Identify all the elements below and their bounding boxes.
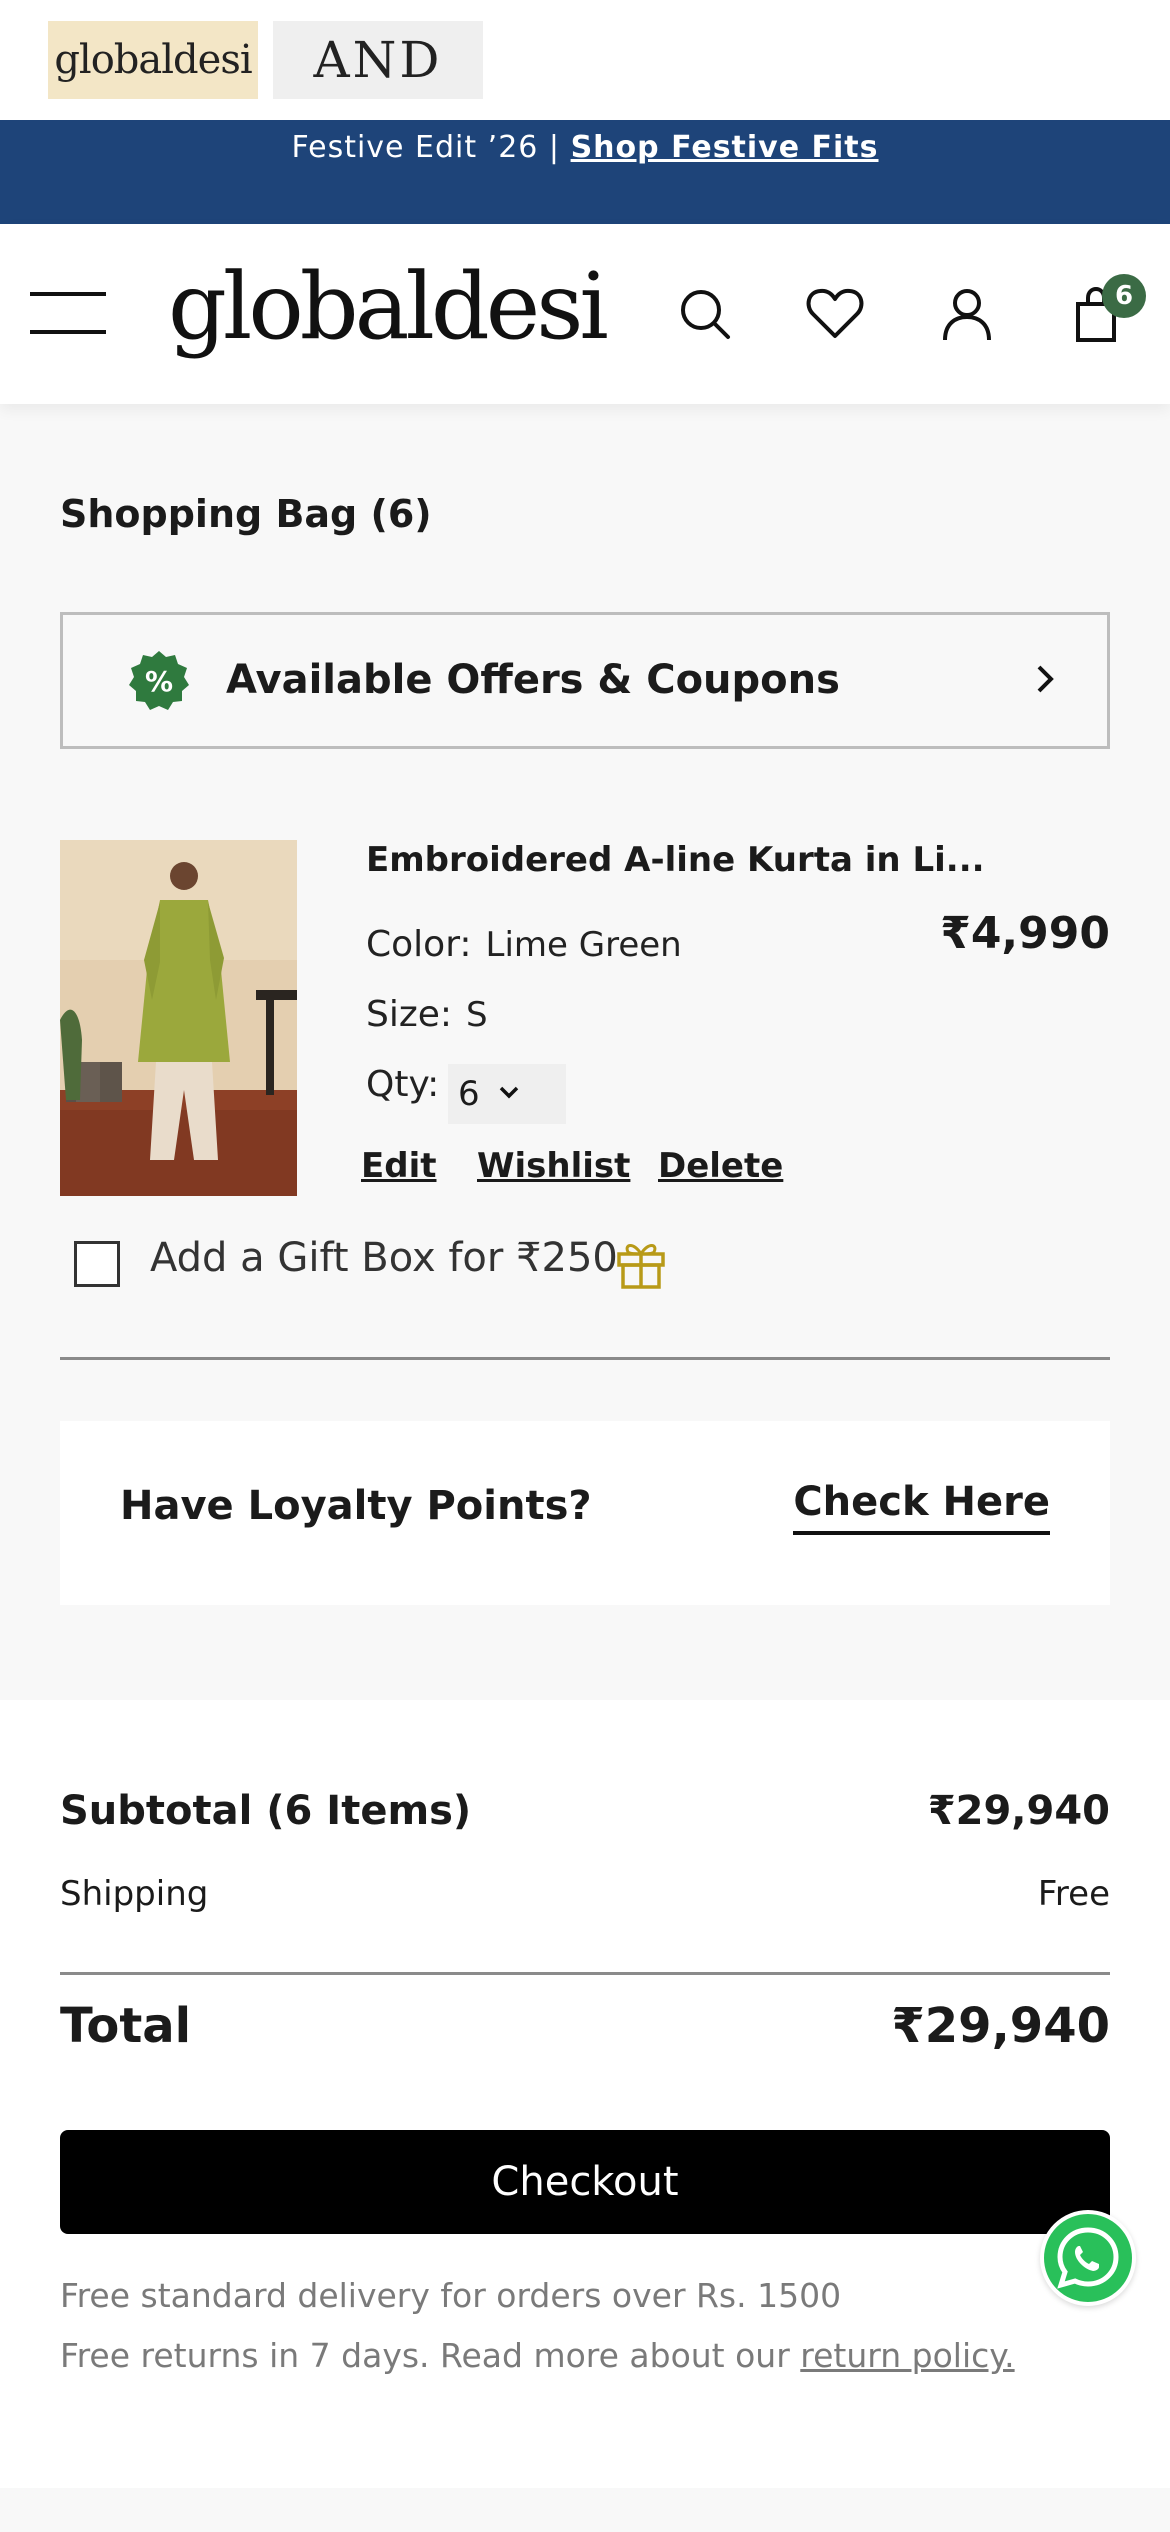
subtotal-value: ₹29,940	[927, 1788, 1110, 1834]
brand-tab-label: AND	[313, 31, 443, 89]
delivery-note: Free standard delivery for orders over R…	[60, 2276, 842, 2315]
size-label: Size:	[366, 994, 453, 1035]
brand-tab-label: globaldesi	[54, 37, 252, 83]
returns-note-text: Free returns in 7 days. Read more about …	[60, 2336, 801, 2375]
shipping-label: Shipping	[60, 1874, 209, 1914]
offers-label: Available Offers & Coupons	[226, 657, 840, 703]
gift-box-checkbox[interactable]	[74, 1241, 120, 1287]
site-logo[interactable]: globaldesi	[168, 252, 609, 362]
loyalty-title: Have Loyalty Points?	[120, 1483, 592, 1529]
gift-box-label[interactable]: Add a Gift Box for ₹250	[150, 1235, 618, 1281]
shipping-value: Free	[1037, 1874, 1110, 1914]
check-loyalty-link[interactable]: Check Here	[793, 1479, 1050, 1535]
promo-link[interactable]: Shop Festive Fits	[571, 130, 879, 165]
hamburger-icon[interactable]	[30, 292, 106, 336]
color-label: Color:	[366, 924, 472, 965]
offers-coupons-button[interactable]: % Available Offers & Coupons	[60, 612, 1110, 749]
svg-text:%: %	[145, 665, 173, 698]
site-header: globaldesi	[0, 224, 1170, 404]
discount-icon: %	[129, 651, 189, 710]
delete-link[interactable]: Delete	[658, 1146, 783, 1186]
size-value: S	[466, 995, 488, 1035]
total-value: ₹29,940	[891, 1998, 1110, 2054]
subtotal-label: Subtotal (6 Items)	[60, 1788, 472, 1834]
returns-note: Free returns in 7 days. Read more about …	[60, 2336, 1015, 2375]
product-name[interactable]: Embroidered A-line Kurta in Li...	[366, 840, 985, 880]
whatsapp-button[interactable]	[1040, 2210, 1136, 2306]
order-summary: Subtotal (6 Items) ₹29,940 Shipping Free…	[0, 1700, 1170, 2488]
edit-link[interactable]: Edit	[361, 1146, 436, 1186]
chevron-down-icon	[499, 1086, 519, 1099]
search-icon[interactable]	[675, 284, 735, 344]
promo-text: Festive Edit ’26 |	[291, 130, 571, 165]
product-size: Size: S	[366, 994, 488, 1035]
summary-divider	[60, 1972, 1110, 1975]
qty-label: Qty:	[366, 1064, 440, 1105]
checkout-label: Checkout	[491, 2159, 679, 2205]
promo-banner: Festive Edit ’26 | Shop Festive Fits	[0, 120, 1170, 224]
loyalty-card: Have Loyalty Points? Check Here	[60, 1421, 1110, 1605]
heart-icon[interactable]	[805, 284, 865, 344]
product-color: Color: Lime Green	[366, 924, 682, 965]
brand-tab-and[interactable]: AND	[273, 21, 483, 99]
total-label: Total	[60, 1998, 192, 2054]
chevron-right-icon	[1037, 665, 1054, 693]
brand-tab-globaldesi[interactable]: globaldesi	[48, 21, 258, 99]
section-divider	[60, 1357, 1110, 1360]
page-title: Shopping Bag (6)	[60, 492, 432, 536]
product-image[interactable]	[60, 840, 297, 1196]
return-policy-link[interactable]: return policy.	[800, 2336, 1014, 2375]
qty-value: 6	[458, 1074, 480, 1114]
whatsapp-icon	[1057, 2227, 1119, 2289]
gift-icon	[617, 1244, 665, 1289]
color-value: Lime Green	[485, 925, 682, 965]
checkout-button[interactable]: Checkout	[60, 2130, 1110, 2234]
user-icon[interactable]	[937, 284, 997, 344]
product-price: ₹4,990	[940, 908, 1110, 959]
brand-switcher: globaldesi AND	[0, 0, 1170, 120]
cart-count-badge: 6	[1102, 274, 1146, 318]
wishlist-link[interactable]: Wishlist	[477, 1146, 630, 1186]
